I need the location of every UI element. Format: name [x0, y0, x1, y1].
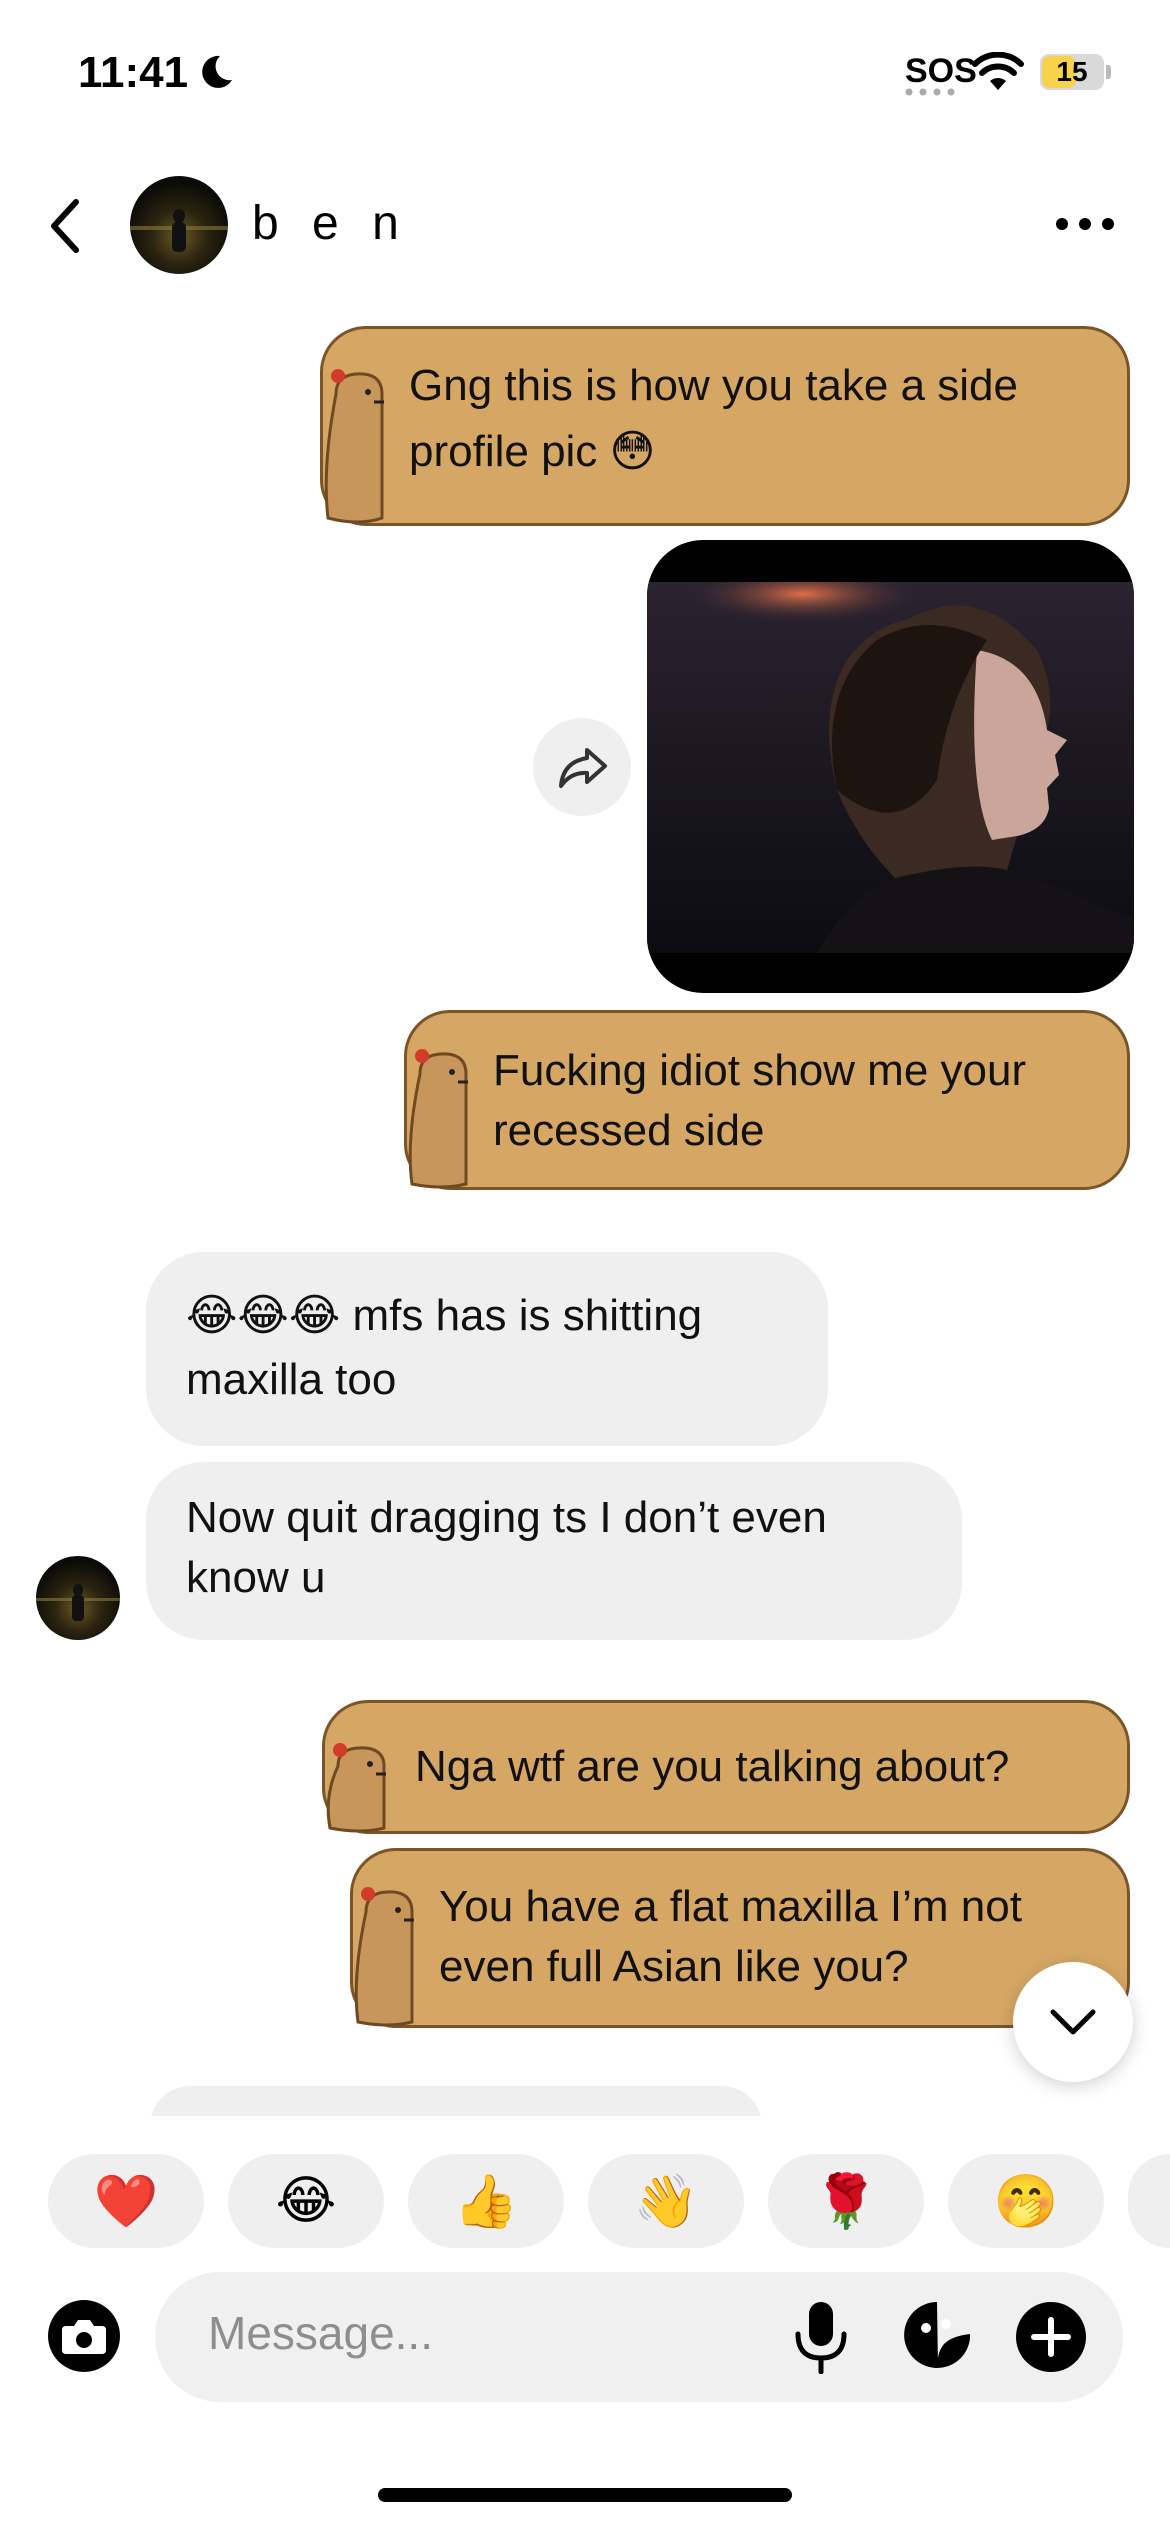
signal-dots-icon: [905, 88, 955, 96]
plus-icon: [1031, 2317, 1071, 2357]
capybara-sticker-icon: [408, 1049, 468, 1189]
message-line: profile pic 😳: [409, 427, 656, 476]
reaction-thumbs-up[interactable]: 👍: [408, 2154, 564, 2248]
message-line: know u: [186, 1553, 326, 1602]
profile-photo: [647, 582, 1134, 953]
heart-icon: ❤️: [93, 2172, 159, 2231]
reaction-wave[interactable]: 👋: [588, 2154, 744, 2248]
sender-avatar[interactable]: [36, 1556, 120, 1640]
camera-icon: [62, 2320, 106, 2354]
scroll-to-bottom-button[interactable]: [1013, 1962, 1133, 2082]
laughing-face-icon: 😂: [275, 2172, 337, 2230]
reaction-heart[interactable]: ❤️: [48, 2154, 204, 2248]
message-bubble-received[interactable]: Now quit dragging ts I don’t even know u: [146, 1462, 962, 1640]
message-bubble-sent[interactable]: Nga wtf are you talking about?: [322, 1700, 1130, 1834]
reaction-rose[interactable]: 🌹: [768, 2154, 924, 2248]
message-line: 😂😂😂 mfs has is shitting: [186, 1291, 703, 1340]
add-attachment-button[interactable]: [1016, 2302, 1086, 2372]
battery-level: 15: [1056, 56, 1088, 87]
message-line: even full Asian like you?: [439, 1942, 909, 1991]
share-button[interactable]: [533, 718, 631, 816]
person-silhouette-icon: [36, 1584, 120, 1621]
sticker-icon[interactable]: [902, 2300, 972, 2370]
waving-hand-icon: 👋: [633, 2172, 699, 2231]
contact-name[interactable]: b e n: [252, 196, 409, 251]
message-bubble-received[interactable]: 😂😂😂 mfs has is shitting maxilla too: [146, 1252, 828, 1446]
message-bubble-sent[interactable]: Gng this is how you take a side profile …: [320, 326, 1130, 526]
status-time: 11:41: [78, 48, 189, 97]
more-options-icon[interactable]: [1052, 210, 1118, 238]
message-line: Fucking idiot show me your: [493, 1046, 1027, 1095]
microphone-icon[interactable]: [792, 2300, 850, 2374]
reaction-laugh[interactable]: 😂: [228, 2154, 384, 2248]
message-image[interactable]: [647, 540, 1134, 993]
rose-icon: 🌹: [813, 2172, 879, 2231]
capybara-sticker-icon: [324, 369, 384, 524]
message-line: maxilla too: [186, 1355, 397, 1404]
sos-indicator: SOS: [905, 52, 977, 90]
hand-over-mouth-icon: 🤭: [993, 2172, 1059, 2231]
chevron-down-icon: [1050, 2009, 1096, 2035]
contact-avatar[interactable]: [130, 176, 228, 274]
battery-indicator: 15: [1040, 54, 1112, 90]
message-line: You have a flat maxilla I’m not: [439, 1882, 1022, 1931]
wifi-icon: [972, 52, 1024, 90]
person-silhouette-icon: [130, 209, 228, 252]
reaction-hand-over-mouth[interactable]: 🤭: [948, 2154, 1104, 2248]
thumbs-up-icon: 👍: [453, 2172, 519, 2231]
message-bubble-sent[interactable]: Fucking idiot show me your recessed side: [404, 1010, 1130, 1190]
moon-icon: [202, 55, 232, 88]
home-indicator: [378, 2488, 792, 2502]
message-line: recessed side: [493, 1106, 765, 1155]
camera-button[interactable]: [48, 2300, 120, 2372]
message-line: Nga wtf are you talking about?: [415, 1742, 1010, 1791]
share-arrow-icon: [559, 748, 607, 788]
message-input-placeholder[interactable]: Message...: [208, 2306, 433, 2360]
capybara-sticker-icon: [354, 1887, 414, 2027]
message-line: Gng this is how you take a side: [409, 361, 1018, 410]
message-line: Now quit dragging ts I don’t even: [186, 1493, 827, 1542]
capybara-sticker-icon: [326, 1743, 386, 1833]
back-chevron-icon[interactable]: [44, 196, 88, 256]
